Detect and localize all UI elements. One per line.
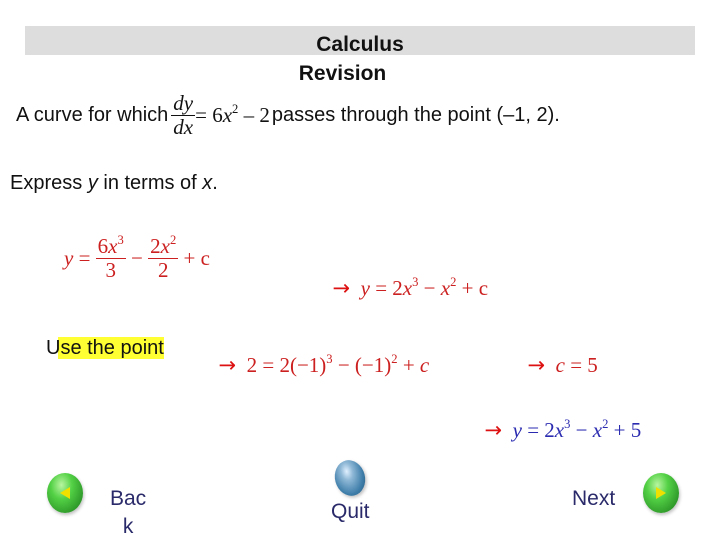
left-arrow-icon bbox=[60, 487, 70, 499]
arrow-icon: → bbox=[484, 418, 503, 442]
next-button[interactable] bbox=[643, 473, 679, 513]
title-line-1: Calculus bbox=[316, 33, 404, 56]
derivative-fraction: dy dx bbox=[171, 91, 196, 140]
derivative-numerator: dy bbox=[171, 91, 196, 117]
problem-condition: passes through the point (–1, 2). bbox=[271, 104, 560, 127]
arrow-icon: → bbox=[218, 353, 237, 377]
quit-label[interactable]: Quit bbox=[331, 500, 370, 524]
next-label[interactable]: Next bbox=[572, 487, 615, 511]
problem-statement: A curve for which dy dx = 6x2 – 2 passes… bbox=[16, 91, 560, 140]
fraction-2: 2x2 2 bbox=[148, 233, 179, 283]
next-orb-icon[interactable] bbox=[643, 473, 679, 513]
right-arrow-icon bbox=[656, 487, 666, 499]
arrow-icon: → bbox=[527, 353, 546, 377]
substitution-step: → 2 = 2(−1)3 − (−1)2 + c bbox=[218, 352, 430, 377]
back-label[interactable]: Bac k bbox=[110, 485, 146, 541]
constant-step: → c = 5 bbox=[527, 353, 598, 377]
final-result: → y = 2x3 − x2 + 5 bbox=[484, 417, 642, 442]
derivative-rhs: = 6x2 – 2 bbox=[195, 102, 270, 128]
arrow-icon: → bbox=[332, 276, 351, 300]
use-the-point-label: Use the point bbox=[46, 337, 164, 359]
derivative-denominator: dx bbox=[173, 115, 194, 140]
title-line-2: Revision bbox=[298, 62, 387, 85]
integration-step: y = 6x3 3 − 2x2 2 + c bbox=[64, 233, 210, 283]
problem-intro: A curve for which bbox=[16, 104, 169, 127]
quit-button[interactable] bbox=[330, 456, 370, 500]
quit-orb-icon[interactable] bbox=[330, 456, 370, 500]
back-button[interactable] bbox=[47, 473, 83, 513]
task-statement: Express y in terms of x. bbox=[10, 172, 218, 194]
simplified-step: → y = 2x3 − x2 + c bbox=[332, 275, 489, 300]
back-orb-icon[interactable] bbox=[47, 473, 83, 513]
fraction-1: 6x3 3 bbox=[95, 233, 126, 283]
